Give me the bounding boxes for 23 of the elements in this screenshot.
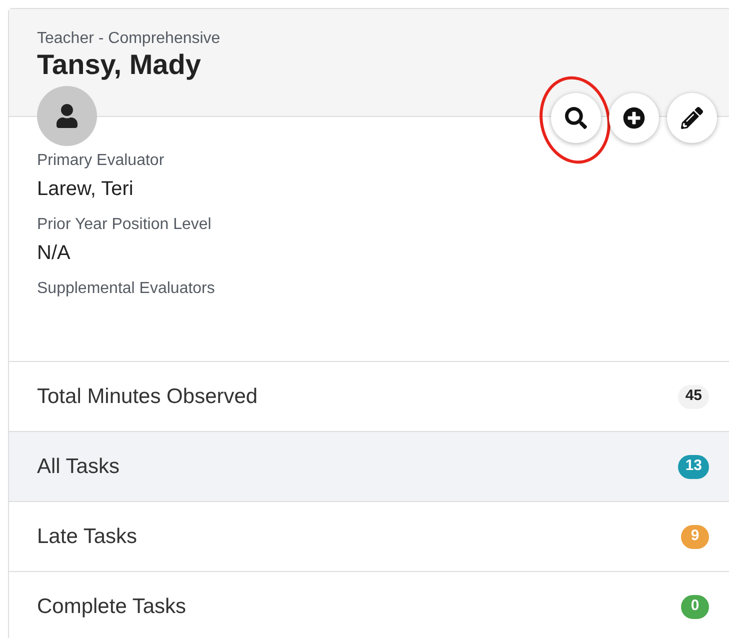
count-badge: 13 xyxy=(678,454,709,478)
search-button[interactable] xyxy=(551,93,601,143)
count-badge: 45 xyxy=(678,384,709,408)
search-icon xyxy=(565,107,587,129)
field-label: Primary Evaluator xyxy=(37,151,164,171)
field-label: Supplemental Evaluators xyxy=(37,279,215,299)
add-button[interactable] xyxy=(609,93,659,143)
stat-label: Total Minutes Observed xyxy=(37,384,258,410)
stat-label: Complete Tasks xyxy=(37,594,186,620)
stat-label: Late Tasks xyxy=(37,524,138,550)
person-name: Tansy, Mady xyxy=(37,49,202,81)
stat-label: All Tasks xyxy=(37,454,120,480)
plus-icon xyxy=(623,107,645,129)
edit-button[interactable] xyxy=(667,93,717,143)
count-badge: 0 xyxy=(681,594,709,618)
stat-row[interactable]: All Tasks 13 xyxy=(9,432,729,502)
pencil-icon xyxy=(681,107,703,129)
field-label: Prior Year Position Level xyxy=(37,215,212,235)
position-subtitle: Teacher - Comprehensive xyxy=(37,29,222,49)
count-badge: 9 xyxy=(681,524,709,548)
field-value: Larew, Teri xyxy=(37,177,134,201)
person-icon xyxy=(55,104,79,128)
field-value: N/A xyxy=(37,241,70,265)
